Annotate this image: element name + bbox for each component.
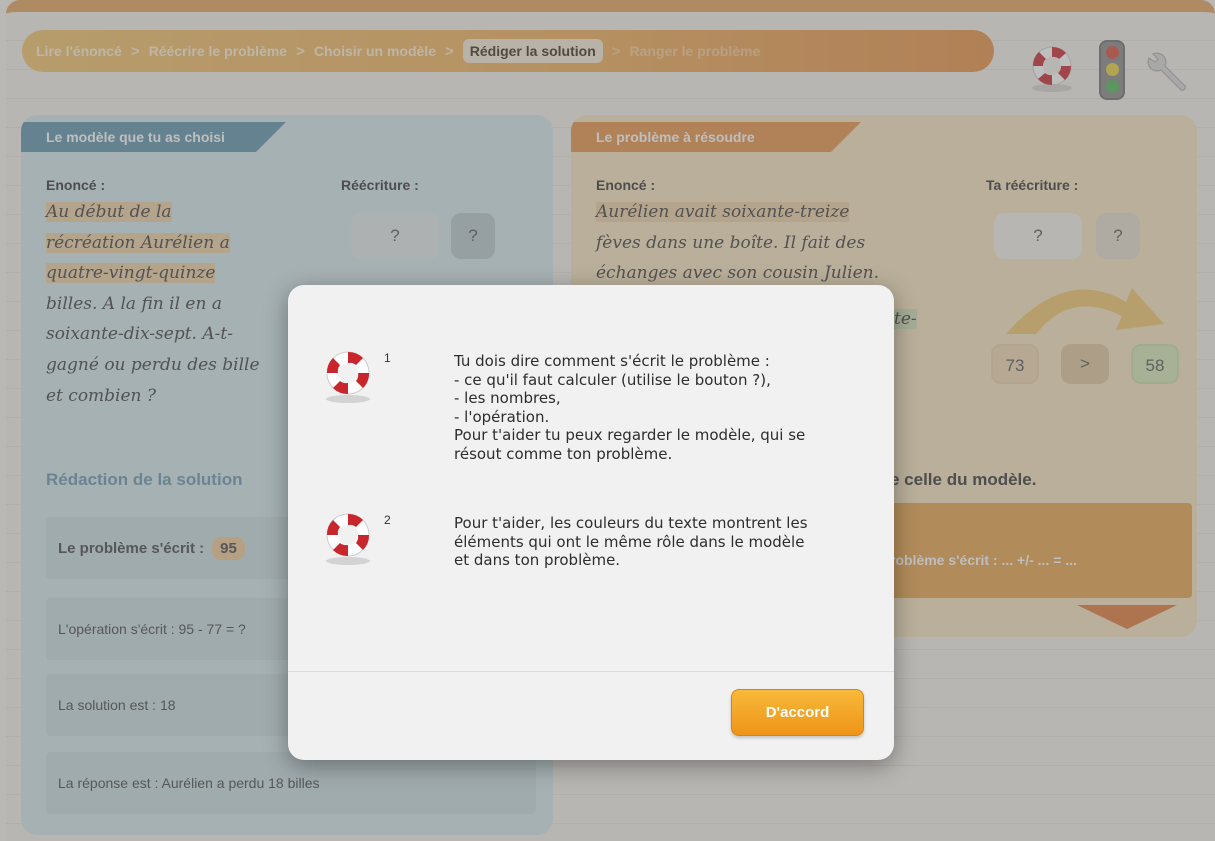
lifebuoy-icon (326, 351, 370, 403)
help-text: Tu dois dire comment s'écrit le problème… (454, 352, 806, 463)
help-dialog: 1 Tu dois dire comment s'écrit le problè… (288, 285, 894, 760)
modal-divider (288, 671, 894, 672)
help-number: 2 (384, 513, 391, 527)
help-text: Pour t'aider, les couleurs du texte mont… (454, 514, 808, 569)
help-number: 1 (384, 351, 391, 365)
lifebuoy-icon (326, 513, 370, 565)
ok-button[interactable]: D'accord (731, 689, 864, 736)
